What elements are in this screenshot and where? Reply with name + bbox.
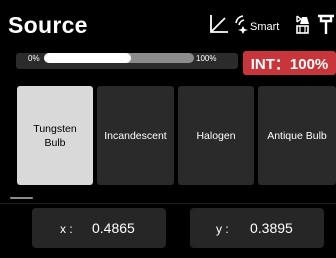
x-coordinate-field[interactable]: x : 0.4865 <box>32 208 166 248</box>
header-icons <box>0 14 336 40</box>
hook-icon[interactable] <box>316 14 336 36</box>
divider <box>0 203 336 204</box>
source-tile-label: Halogen <box>196 129 236 142</box>
y-value: 0.3895 <box>250 220 293 236</box>
y-coordinate-field[interactable]: y : 0.3895 <box>190 208 324 248</box>
chart-line-icon[interactable] <box>209 14 229 34</box>
source-tile-label: Antique Bulb <box>267 129 327 142</box>
slider-max-label: 100% <box>196 54 217 63</box>
source-tile-incandescent[interactable]: Incandescent <box>97 86 174 185</box>
x-label: x : <box>60 222 73 236</box>
source-tile-halogen[interactable]: Halogen <box>178 86 254 185</box>
source-tile-tungsten-bulb[interactable]: Tungsten Bulb <box>17 86 93 185</box>
slider-fill[interactable] <box>44 53 131 63</box>
source-tile-label: Tungsten Bulb <box>33 122 77 149</box>
x-value: 0.4865 <box>92 220 135 236</box>
slider-min-label: 0% <box>28 54 40 63</box>
smart-label[interactable]: Smart <box>250 21 279 33</box>
ble-lamp-icon[interactable] <box>292 14 312 36</box>
scroll-indicator <box>10 197 33 199</box>
intensity-badge[interactable]: INT：100% <box>243 51 336 75</box>
source-tile-antique-bulb[interactable]: Antique Bulb <box>258 86 336 185</box>
y-label: y : <box>216 222 229 236</box>
source-tile-label: Incandescent <box>104 129 167 142</box>
